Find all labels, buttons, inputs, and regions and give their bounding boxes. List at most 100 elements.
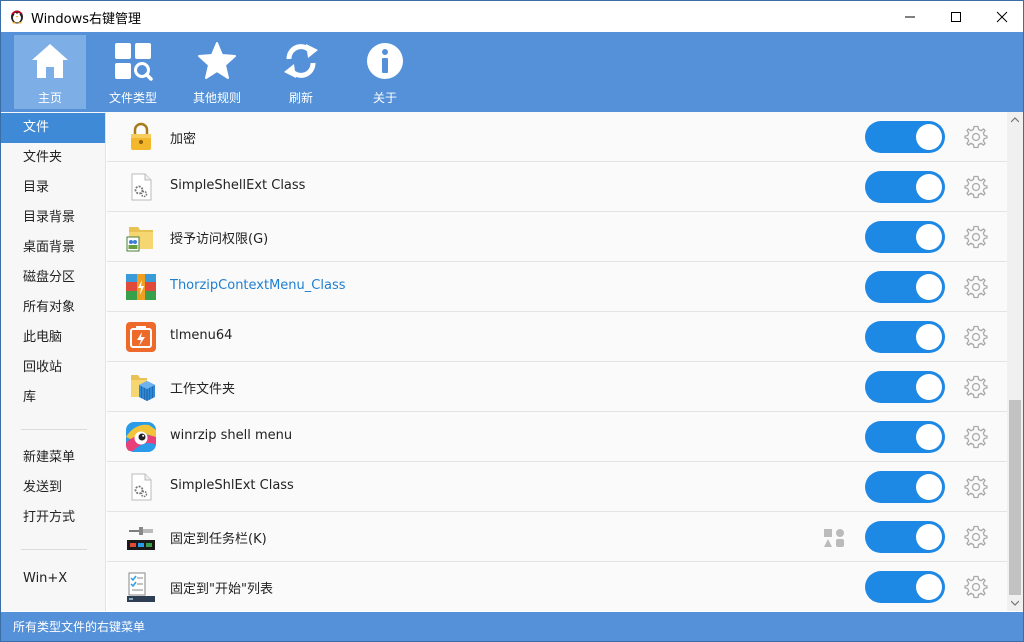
settings-file-icon — [131, 473, 152, 501]
toolbar-refresh-button[interactable]: 刷新 — [265, 35, 337, 109]
scrollbar-thumb[interactable] — [1009, 400, 1021, 595]
sidebar-item-file[interactable]: 文件 — [1, 113, 105, 143]
toggle-knob — [916, 374, 942, 400]
enable-toggle[interactable] — [865, 421, 945, 453]
scroll-down-icon[interactable] — [1011, 599, 1019, 607]
sidebar-item-all-objects[interactable]: 所有对象 — [1, 293, 105, 323]
gear-icon[interactable] — [964, 125, 988, 149]
toolbar-about-button[interactable]: 关于 — [349, 35, 421, 109]
list-item: 加密 — [107, 112, 1007, 162]
minimize-button[interactable] — [887, 1, 933, 32]
gear-icon[interactable] — [964, 425, 988, 449]
sidebar-item-this-pc[interactable]: 此电脑 — [1, 323, 105, 353]
shapes-icon[interactable] — [823, 527, 845, 549]
enable-toggle[interactable] — [865, 121, 945, 153]
refresh-icon — [284, 44, 318, 78]
sidebar-item-desktop-background[interactable]: 桌面背景 — [1, 233, 105, 263]
toggle-knob — [916, 274, 942, 300]
list-item-label: 固定到任务栏(K) — [170, 532, 267, 547]
list-item-label: 工作文件夹 — [170, 382, 236, 397]
toggle-knob — [916, 424, 942, 450]
toggle-knob — [916, 474, 942, 500]
gear-icon[interactable] — [964, 525, 988, 549]
app-window: Windows右键管理 主页 文件类型 其他规则 刷新 关于 文件 文件夹 目录… — [0, 0, 1024, 642]
toggle-knob — [916, 524, 942, 550]
vertical-scrollbar[interactable] — [1007, 112, 1023, 611]
share-folder-icon — [126, 227, 153, 252]
star-icon — [198, 42, 236, 79]
gear-icon[interactable] — [964, 225, 988, 249]
gear-icon[interactable] — [964, 275, 988, 299]
pin-taskbar-icon — [127, 527, 155, 550]
sidebar-item-directory[interactable]: 目录 — [1, 173, 105, 203]
list-item-label[interactable]: ThorzipContextMenu_Class — [170, 278, 346, 293]
menu-item-list: 加密 SimpleShellExt Class 授予访问权限(G) Thorzi… — [107, 112, 1007, 611]
gear-icon[interactable] — [964, 175, 988, 199]
sidebar-item-library[interactable]: 库 — [1, 383, 105, 413]
enable-toggle[interactable] — [865, 271, 945, 303]
enable-toggle[interactable] — [865, 221, 945, 253]
toggle-knob — [916, 124, 942, 150]
close-icon — [996, 11, 1008, 22]
scroll-up-icon[interactable] — [1011, 116, 1019, 124]
enable-toggle[interactable] — [865, 521, 945, 553]
sidebar-item-recycle-bin[interactable]: 回收站 — [1, 353, 105, 383]
list-item-label: 授予访问权限(G) — [170, 232, 269, 247]
work-folder-icon — [131, 375, 155, 401]
home-icon — [32, 44, 68, 78]
sidebar-item-folder[interactable]: 文件夹 — [1, 143, 105, 173]
enable-toggle[interactable] — [865, 171, 945, 203]
lock-icon — [131, 122, 151, 150]
thorzip-icon — [126, 274, 156, 300]
list-item-label: SimpleShlExt Class — [170, 478, 294, 493]
enable-toggle[interactable] — [865, 371, 945, 403]
gear-icon[interactable] — [964, 325, 988, 349]
tlmenu-icon — [126, 322, 156, 352]
gear-icon[interactable] — [964, 475, 988, 499]
list-item-label: 固定到"开始"列表 — [170, 582, 273, 597]
list-item: 授予访问权限(G) — [107, 212, 1007, 262]
list-item: 固定到"开始"列表 — [107, 562, 1007, 611]
enable-toggle[interactable] — [865, 471, 945, 503]
sidebar-item-open-with[interactable]: 打开方式 — [1, 503, 105, 533]
pin-start-icon — [127, 572, 155, 602]
sidebar-item-win-x[interactable]: Win+X — [1, 564, 105, 594]
toolbar-file-types-button[interactable]: 文件类型 — [97, 35, 169, 109]
list-item: ThorzipContextMenu_Class — [107, 262, 1007, 312]
enable-toggle[interactable] — [865, 321, 945, 353]
toggle-knob — [916, 324, 942, 350]
enable-toggle[interactable] — [865, 571, 945, 603]
list-item: winrzip shell menu — [107, 412, 1007, 462]
title-bar: Windows右键管理 — [1, 1, 1023, 32]
list-item: SimpleShellExt Class — [107, 162, 1007, 212]
close-button[interactable] — [979, 1, 1023, 32]
toolbar-other-rules-button[interactable]: 其他规则 — [181, 35, 253, 109]
sidebar-item-new-menu[interactable]: 新建菜单 — [1, 443, 105, 473]
window-title: Windows右键管理 — [31, 12, 142, 27]
toolbar-refresh-label: 刷新 — [288, 91, 313, 105]
toolbar-other-rules-label: 其他规则 — [192, 91, 241, 105]
sidebar: 文件 文件夹 目录 目录背景 桌面背景 磁盘分区 所有对象 此电脑 回收站 库 … — [1, 112, 106, 611]
list-item: 工作文件夹 — [107, 362, 1007, 412]
sidebar-item-send-to[interactable]: 发送到 — [1, 473, 105, 503]
gear-icon[interactable] — [964, 375, 988, 399]
gear-icon[interactable] — [964, 575, 988, 599]
file-types-icon — [115, 43, 153, 81]
list-item-label: SimpleShellExt Class — [170, 178, 306, 193]
list-item: tlmenu64 — [107, 312, 1007, 362]
list-item: 固定到任务栏(K) — [107, 512, 1007, 562]
toolbar-home-button[interactable]: 主页 — [14, 35, 86, 109]
info-icon — [367, 43, 403, 79]
status-text: 所有类型文件的右键菜单 — [13, 620, 146, 634]
minimize-icon — [905, 16, 915, 17]
sidebar-item-directory-background[interactable]: 目录背景 — [1, 203, 105, 233]
toolbar: 主页 文件类型 其他规则 刷新 关于 — [1, 32, 1023, 112]
toolbar-file-types-label: 文件类型 — [108, 91, 157, 105]
toggle-knob — [916, 574, 942, 600]
list-item-label: tlmenu64 — [170, 328, 233, 343]
status-bar: 所有类型文件的右键菜单 — [1, 612, 1023, 641]
maximize-button[interactable] — [933, 1, 979, 32]
list-item-label: winrzip shell menu — [170, 428, 293, 443]
toggle-knob — [916, 174, 942, 200]
sidebar-item-drive[interactable]: 磁盘分区 — [1, 263, 105, 293]
